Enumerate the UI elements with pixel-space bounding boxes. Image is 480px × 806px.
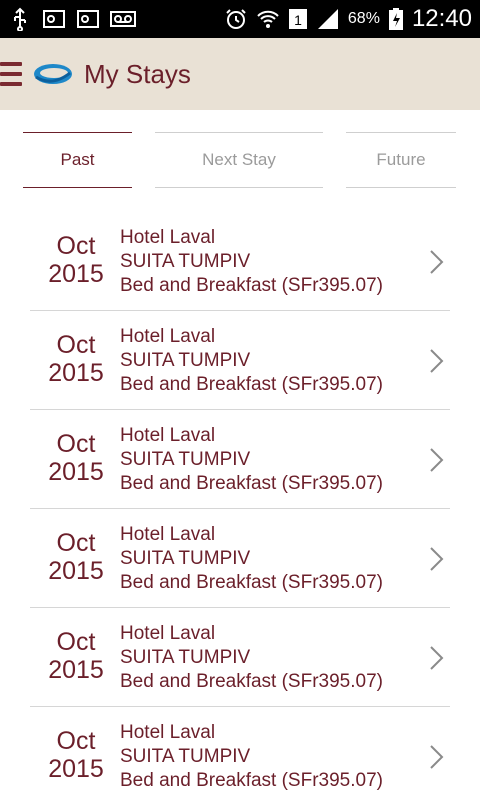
stay-year: 2015 <box>48 458 104 486</box>
room-type: SUITA TUMPIV <box>120 251 251 272</box>
stay-month: Oct <box>56 727 96 755</box>
room-type: SUITA TUMPIV <box>120 548 251 569</box>
stay-info: Hotel Laval SUITA TUMPIV Bed and Breakfa… <box>120 325 383 397</box>
stay-month: Oct <box>56 628 96 656</box>
room-type: SUITA TUMPIV <box>120 746 251 767</box>
chevron-right-icon[interactable] <box>428 644 446 672</box>
stay-row[interactable]: Oct 2015 Hotel Laval SUITA TUMPIV Bed an… <box>0 707 480 806</box>
rate-plan: Bed and Breakfast (SFr395.07) <box>120 473 383 494</box>
stay-date: Oct 2015 <box>30 331 122 387</box>
stay-info: Hotel Laval SUITA TUMPIV Bed and Breakfa… <box>120 523 383 595</box>
stay-info: Hotel Laval SUITA TUMPIV Bed and Breakfa… <box>120 226 383 298</box>
stay-year: 2015 <box>48 656 104 684</box>
stay-year: 2015 <box>48 557 104 585</box>
stay-info: Hotel Laval SUITA TUMPIV Bed and Breakfa… <box>120 424 383 496</box>
hotel-name: Hotel Laval <box>120 227 216 248</box>
stay-month: Oct <box>56 529 96 557</box>
stay-row[interactable]: Oct 2015 Hotel Laval SUITA TUMPIV Bed an… <box>0 509 480 608</box>
stay-date: Oct 2015 <box>30 628 122 684</box>
stay-info: Hotel Laval SUITA TUMPIV Bed and Breakfa… <box>120 622 383 694</box>
menu-icon[interactable] <box>0 57 26 91</box>
stay-date: Oct 2015 <box>30 529 122 585</box>
stay-info: Hotel Laval SUITA TUMPIV Bed and Breakfa… <box>120 721 383 793</box>
rate-plan: Bed and Breakfast (SFr395.07) <box>120 275 383 296</box>
stay-date: Oct 2015 <box>30 727 122 783</box>
stay-month: Oct <box>56 331 96 359</box>
stay-date: Oct 2015 <box>30 232 122 288</box>
stay-row[interactable]: Oct 2015 Hotel Laval SUITA TUMPIV Bed an… <box>0 410 480 509</box>
tab-next-stay[interactable]: Next Stay <box>155 132 323 188</box>
chevron-right-icon[interactable] <box>428 743 446 771</box>
alarm-icon <box>224 7 248 31</box>
outlook-icon <box>42 7 66 31</box>
stay-row[interactable]: Oct 2015 Hotel Laval SUITA TUMPIV Bed an… <box>0 608 480 707</box>
room-type: SUITA TUMPIV <box>120 350 251 371</box>
rate-plan: Bed and Breakfast (SFr395.07) <box>120 770 383 791</box>
status-bar-notifications <box>8 7 136 31</box>
app-logo-icon[interactable] <box>32 57 74 91</box>
hotel-name: Hotel Laval <box>120 524 216 545</box>
stay-month: Oct <box>56 232 96 260</box>
clock: 12:40 <box>411 5 472 32</box>
status-bar: 1 68% 12:40 <box>0 0 480 38</box>
app-bar: My Stays <box>0 38 480 110</box>
stay-row[interactable]: Oct 2015 Hotel Laval SUITA TUMPIV Bed an… <box>0 311 480 410</box>
voicemail-icon <box>110 7 136 31</box>
usb-icon <box>8 7 32 31</box>
hotel-name: Hotel Laval <box>120 326 216 347</box>
sim-icon: 1 <box>288 7 308 31</box>
stay-year: 2015 <box>48 359 104 387</box>
tab-future[interactable]: Future <box>346 132 456 188</box>
status-bar-system: 1 68% 12:40 <box>224 5 472 33</box>
stays-tabs: Past Next Stay Future <box>0 132 480 190</box>
room-type: SUITA TUMPIV <box>120 449 251 470</box>
chevron-right-icon[interactable] <box>428 347 446 375</box>
chevron-right-icon[interactable] <box>428 248 446 276</box>
stay-date: Oct 2015 <box>30 430 122 486</box>
tab-past[interactable]: Past <box>23 132 132 188</box>
stay-month: Oct <box>56 430 96 458</box>
battery-charging-icon <box>388 7 404 31</box>
room-type: SUITA TUMPIV <box>120 647 251 668</box>
chevron-right-icon[interactable] <box>428 545 446 573</box>
signal-icon <box>316 7 340 31</box>
chevron-right-icon[interactable] <box>428 446 446 474</box>
battery-percent: 68% <box>347 10 380 27</box>
wifi-icon <box>256 7 280 31</box>
rate-plan: Bed and Breakfast (SFr395.07) <box>120 374 383 395</box>
sim-number: 1 <box>294 12 302 28</box>
stay-row[interactable]: Oct 2015 Hotel Laval SUITA TUMPIV Bed an… <box>0 212 480 311</box>
outlook-icon <box>76 7 100 31</box>
hotel-name: Hotel Laval <box>120 722 216 743</box>
page-title: My Stays <box>84 58 191 89</box>
stay-year: 2015 <box>48 755 104 783</box>
hotel-name: Hotel Laval <box>120 623 216 644</box>
hotel-name: Hotel Laval <box>120 425 216 446</box>
rate-plan: Bed and Breakfast (SFr395.07) <box>120 572 383 593</box>
stay-year: 2015 <box>48 260 104 288</box>
rate-plan: Bed and Breakfast (SFr395.07) <box>120 671 383 692</box>
stays-list: Oct 2015 Hotel Laval SUITA TUMPIV Bed an… <box>0 212 480 806</box>
